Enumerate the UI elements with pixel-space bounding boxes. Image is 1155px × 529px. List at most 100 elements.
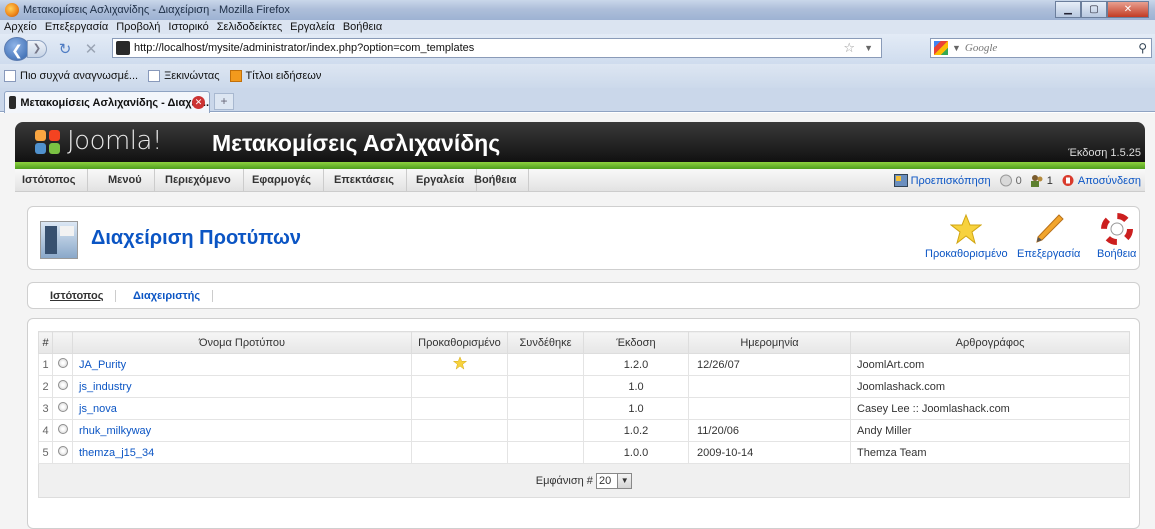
template-name-link[interactable]: rhuk_milkyway: [72, 419, 412, 442]
row-radio[interactable]: [52, 397, 73, 420]
chevron-down-icon[interactable]: ▼: [617, 473, 632, 488]
status-bar: Προεπισκόπηση 0 1 Αποσύνδεση: [886, 169, 1141, 192]
author-cell: Themza Team: [850, 441, 1130, 464]
templates-table: # Όνομα Προτύπου Προκαθορισμένο Συνδέθηκ…: [38, 331, 1130, 498]
default-button[interactable]: Προκαθορισμένο: [925, 213, 1008, 260]
close-window-button[interactable]: ✕: [1107, 1, 1149, 18]
radio-button[interactable]: [57, 424, 68, 434]
assigned-cell: [507, 441, 584, 464]
joomla-logo-text: Joomla!: [67, 126, 162, 156]
messages-count[interactable]: 0: [1016, 175, 1022, 187]
author-cell: Andy Miller: [850, 419, 1130, 442]
row-number: 5: [38, 441, 53, 464]
joomla-header: Joomla! Μετακομίσεις Ασλιχανίδης Έκδοση …: [15, 122, 1145, 162]
table-row: 3 js_nova 1.0 Casey Lee :: Joomlashack.c…: [38, 397, 1130, 420]
default-button-label: Προκαθορισμένο: [925, 248, 1008, 260]
menu-extensions[interactable]: Επεκτάσεις: [334, 169, 408, 192]
preview-icon: [893, 174, 908, 187]
subnav-administrator[interactable]: Διαχειριστής: [133, 290, 214, 302]
search-engine-dropdown-icon[interactable]: ▼: [952, 43, 961, 53]
address-bar[interactable]: ☆ ▼: [112, 38, 882, 58]
template-name-link[interactable]: themza_j15_34: [72, 441, 412, 464]
default-cell: [411, 419, 508, 442]
lifebuoy-icon: [1100, 213, 1133, 245]
col-template-name[interactable]: Όνομα Προτύπου: [72, 331, 412, 354]
menu-bookmarks[interactable]: Σελιδοδείκτες: [217, 21, 282, 33]
site-favicon: [116, 41, 130, 55]
menu-view[interactable]: Προβολή: [116, 21, 160, 33]
header-accent-bar: [15, 162, 1145, 169]
display-limit-label: Εμφάνιση #: [535, 474, 593, 487]
rss-icon: [229, 70, 242, 82]
radio-button[interactable]: [57, 402, 68, 412]
col-author: Αρθρογράφος: [850, 331, 1130, 354]
col-assigned: Συνδέθηκε: [507, 331, 584, 354]
menu-edit[interactable]: Επεξεργασία: [45, 21, 108, 33]
template-name-link[interactable]: JA_Purity: [72, 353, 412, 376]
menu-help[interactable]: Βοήθεια: [343, 21, 382, 33]
menu-content[interactable]: Περιεχόμενο: [165, 169, 244, 192]
stop-icon[interactable]: ✕: [83, 40, 99, 58]
search-icon[interactable]: ⚲: [1138, 41, 1147, 55]
reload-icon[interactable]: ↻: [57, 40, 73, 58]
browser-tab-active[interactable]: Μετακομίσεις Ασλιχανίδης - Διαχεί... ✕: [4, 91, 210, 113]
browser-menubar: Αρχείο Επεξεργασία Προβολή Ιστορικό Σελι…: [0, 20, 1155, 34]
author-cell: Casey Lee :: Joomlashack.com: [850, 397, 1130, 420]
row-radio[interactable]: [52, 441, 73, 464]
version-label: Έκδοση 1.5.25: [1068, 147, 1141, 159]
users-icon: [1030, 175, 1043, 187]
table-row: 5 themza_j15_34 1.0.0 2009-10-14 Themza …: [38, 441, 1130, 464]
navigation-toolbar: ❮ ❯ ↻ ✕ ⌂ ▂▄▆ ☆ ▼ ▼ ⚲: [0, 34, 1155, 64]
menu-tools[interactable]: Εργαλεία: [290, 21, 335, 33]
maximize-button[interactable]: ▢: [1081, 1, 1107, 18]
google-icon[interactable]: [934, 41, 948, 55]
radio-button[interactable]: [57, 358, 68, 368]
help-button[interactable]: Βοήθεια: [1097, 213, 1136, 260]
display-limit-select[interactable]: 20 ▼: [596, 472, 633, 489]
display-limit-value: 20: [599, 474, 612, 487]
menu-file[interactable]: Αρχείο: [4, 21, 37, 33]
pagination-footer: Εμφάνιση # 20 ▼: [38, 463, 1130, 498]
users-count[interactable]: 1: [1047, 175, 1053, 187]
row-radio[interactable]: [52, 375, 73, 398]
page-header-box: Διαχείριση Προτύπων Προκαθορισμένο Επεξε…: [27, 206, 1140, 270]
minimize-button[interactable]: ▁: [1055, 1, 1081, 18]
bookmark-getting-started[interactable]: Ξεκινώντας: [148, 70, 220, 82]
edit-button[interactable]: Επεξεργασία: [1017, 213, 1080, 260]
subnav-site[interactable]: Ιστότοπος: [50, 290, 117, 302]
row-radio[interactable]: [52, 419, 73, 442]
menu-menus[interactable]: Μενού: [108, 169, 155, 192]
url-input[interactable]: [134, 42, 834, 54]
admin-menu: Ιστότοπος Μενού Περιεχόμενο Εφαρμογές Επ…: [15, 169, 1145, 192]
row-radio[interactable]: [52, 353, 73, 376]
menu-history[interactable]: Ιστορικό: [168, 21, 208, 33]
template-name-link[interactable]: js_industry: [72, 375, 412, 398]
bookmark-news-headlines[interactable]: Τίτλοι ειδήσεων: [229, 70, 321, 82]
tab-label: Μετακομίσεις Ασλιχανίδης - Διαχεί...: [20, 96, 209, 109]
preview-link[interactable]: Προεπισκόπηση: [911, 175, 991, 187]
edit-button-label: Επεξεργασία: [1017, 248, 1081, 260]
default-cell: [411, 397, 508, 420]
bookmark-star-icon[interactable]: ☆: [843, 40, 855, 56]
logout-link[interactable]: Αποσύνδεση: [1078, 175, 1141, 187]
radio-button[interactable]: [57, 380, 68, 390]
author-cell: JoomlArt.com: [850, 353, 1130, 376]
search-bar[interactable]: ▼ ⚲: [930, 38, 1152, 58]
search-input[interactable]: [964, 42, 1115, 54]
assigned-cell: [507, 419, 584, 442]
bookmark-most-visited[interactable]: Πιο συχνά αναγνωσμέ...: [4, 70, 138, 82]
menu-help[interactable]: Βοήθεια: [474, 169, 530, 192]
new-tab-button[interactable]: +: [214, 93, 234, 110]
menu-components[interactable]: Εφαρμογές: [252, 169, 325, 192]
bookmarks-toolbar: Πιο συχνά αναγνωσμέ... Ξεκινώντας Τίτλοι…: [0, 64, 1155, 88]
menu-tools[interactable]: Εργαλεία: [416, 169, 478, 192]
menu-site[interactable]: Ιστότοπος: [22, 169, 89, 192]
default-cell: [411, 441, 508, 464]
close-tab-icon[interactable]: ✕: [192, 96, 205, 109]
url-dropdown-icon[interactable]: ▼: [864, 43, 873, 53]
radio-button[interactable]: [57, 446, 68, 456]
default-star-icon: [452, 356, 467, 370]
template-name-link[interactable]: js_nova: [72, 397, 412, 420]
forward-button[interactable]: ❯: [27, 40, 47, 58]
date-cell: 12/26/07: [688, 353, 851, 376]
